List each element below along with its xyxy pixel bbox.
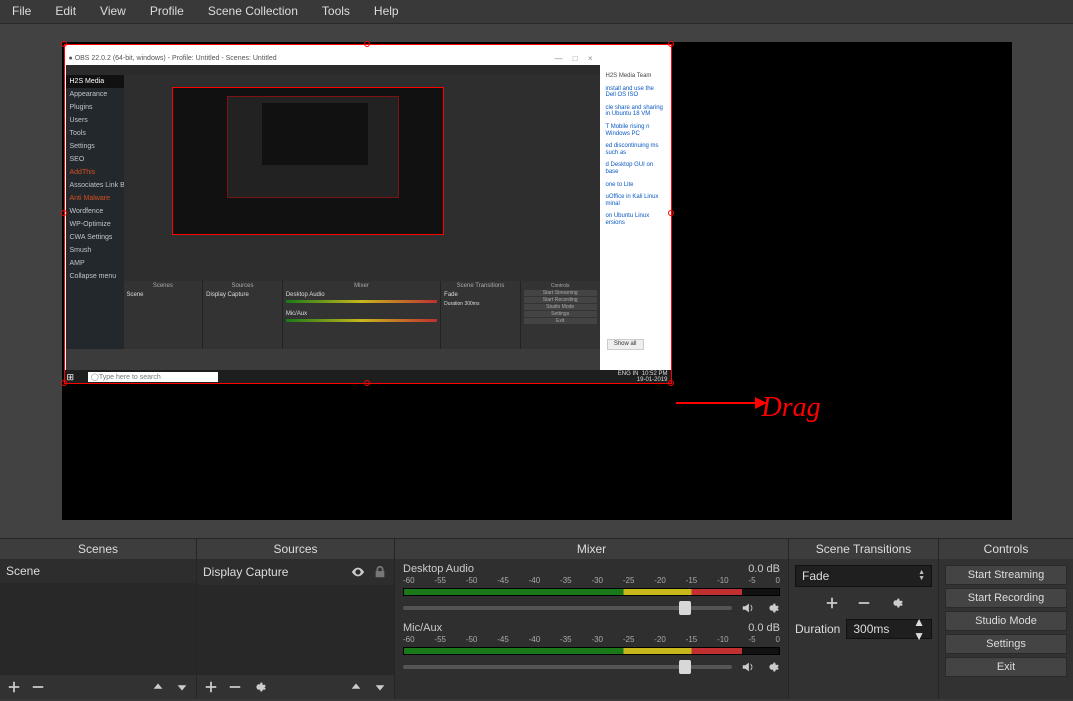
channel-settings-button[interactable] (764, 600, 780, 616)
sources-panel: Sources Display Capture (197, 539, 395, 699)
duration-label: Duration (795, 622, 840, 636)
audio-meter (403, 647, 780, 655)
dock-panels: Scenes Scene Sources Display Capture (0, 538, 1073, 699)
visibility-toggle-icon[interactable] (350, 564, 366, 580)
menu-file[interactable]: File (0, 0, 43, 23)
preview-area: H2S Media Team install and use the Dell … (0, 24, 1073, 538)
resize-handle-ne[interactable] (668, 41, 674, 47)
transitions-panel: Scene Transitions Fade ▲▼ Duration 300ms… (789, 539, 939, 699)
transition-properties-button[interactable] (888, 595, 904, 611)
menu-scene-collection[interactable]: Scene Collection (196, 0, 310, 23)
transitions-header: Scene Transitions (789, 539, 938, 559)
preview-canvas[interactable]: H2S Media Team install and use the Dell … (62, 42, 1012, 520)
add-scene-button[interactable] (6, 679, 22, 695)
studio-mode-button[interactable]: Studio Mode (945, 611, 1067, 631)
scene-move-up-button[interactable] (150, 679, 166, 695)
resize-handle-s[interactable] (364, 380, 370, 386)
resize-handle-w[interactable] (61, 210, 67, 216)
remove-source-button[interactable] (227, 679, 243, 695)
scenes-header: Scenes (0, 539, 196, 559)
remove-scene-button[interactable] (30, 679, 46, 695)
resize-handle-se[interactable] (668, 380, 674, 386)
resize-handle-sw[interactable] (61, 380, 67, 386)
add-transition-button[interactable] (824, 595, 840, 611)
transition-select[interactable]: Fade ▲▼ (795, 565, 932, 587)
menu-tools[interactable]: Tools (310, 0, 362, 23)
source-properties-button[interactable] (251, 679, 267, 695)
settings-button[interactable]: Settings (945, 634, 1067, 654)
mixer-header: Mixer (395, 539, 788, 559)
mixer-channel-db: 0.0 dB (748, 563, 780, 575)
resize-handle-nw[interactable] (61, 41, 67, 47)
source-bounding-box[interactable] (64, 44, 672, 384)
audio-meter (403, 588, 780, 596)
volume-slider[interactable] (403, 606, 732, 610)
mixer-channel-db: 0.0 dB (748, 622, 780, 634)
controls-header: Controls (939, 539, 1073, 559)
sources-header: Sources (197, 539, 394, 559)
menu-edit[interactable]: Edit (43, 0, 88, 23)
source-item[interactable]: Display Capture (197, 559, 394, 585)
lock-toggle-icon[interactable] (372, 564, 388, 580)
chevron-updown-icon: ▲▼ (913, 615, 925, 643)
source-item-label: Display Capture (203, 565, 288, 579)
scene-item[interactable]: Scene (0, 559, 196, 583)
start-streaming-button[interactable]: Start Streaming (945, 565, 1067, 585)
menu-view[interactable]: View (88, 0, 138, 23)
menu-help[interactable]: Help (362, 0, 411, 23)
duration-input[interactable]: 300ms ▲▼ (846, 619, 932, 639)
chevron-updown-icon: ▲▼ (918, 570, 925, 582)
menu-profile[interactable]: Profile (138, 0, 196, 23)
mixer-channel-name: Desktop Audio (403, 563, 474, 575)
mixer-channel-desktop-audio: Desktop Audio0.0 dB -60-55-50-45-40-35-3… (395, 559, 788, 618)
channel-settings-button[interactable] (764, 659, 780, 675)
controls-panel: Controls Start Streaming Start Recording… (939, 539, 1073, 699)
mixer-channel-name: Mic/Aux (403, 622, 442, 634)
exit-button[interactable]: Exit (945, 657, 1067, 677)
remove-transition-button[interactable] (856, 595, 872, 611)
source-move-up-button[interactable] (348, 679, 364, 695)
volume-slider[interactable] (403, 665, 732, 669)
mute-button[interactable] (740, 659, 756, 675)
menubar: File Edit View Profile Scene Collection … (0, 0, 1073, 24)
resize-handle-e[interactable] (668, 210, 674, 216)
resize-handle-n[interactable] (364, 41, 370, 47)
annotation-text: Drag (762, 392, 821, 424)
add-source-button[interactable] (203, 679, 219, 695)
scene-move-down-button[interactable] (174, 679, 190, 695)
source-move-down-button[interactable] (372, 679, 388, 695)
start-recording-button[interactable]: Start Recording (945, 588, 1067, 608)
scenes-panel: Scenes Scene (0, 539, 197, 699)
mute-button[interactable] (740, 600, 756, 616)
mixer-panel: Mixer Desktop Audio0.0 dB -60-55-50-45-4… (395, 539, 789, 699)
mixer-channel-mic-aux: Mic/Aux0.0 dB -60-55-50-45-40-35-30-25-2… (395, 618, 788, 677)
annotation-arrow (676, 402, 766, 404)
